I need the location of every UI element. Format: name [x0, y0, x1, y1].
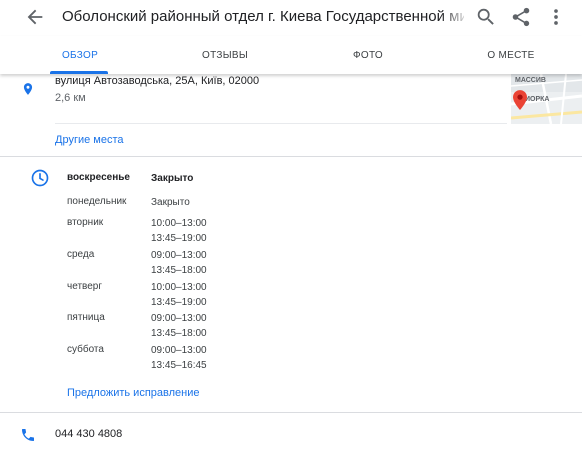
active-tab-indicator	[50, 71, 108, 74]
hours-value: 13:45–19:00	[151, 297, 207, 308]
day-label: суббота	[67, 344, 104, 355]
day-label: понедельник	[67, 196, 127, 207]
hours-value: Закрыто	[151, 173, 194, 184]
back-arrow-icon[interactable]	[24, 6, 46, 28]
hours-row-friday: пятница 09:00–13:00 13:45–18:00	[67, 312, 367, 344]
day-label: среда	[67, 249, 95, 260]
hours-row-thursday: четверг 10:00–13:00 13:45–19:00	[67, 281, 367, 312]
map-thumbnail[interactable]: МАССИВ ИОРКА	[511, 74, 582, 124]
hours-value: 09:00–13:00	[151, 345, 207, 356]
more-vert-icon[interactable]	[545, 6, 567, 28]
suggest-edit-link[interactable]: Предложить исправление	[67, 387, 199, 399]
phone-icon	[22, 429, 34, 441]
tab-bar: ОБЗОР ОТЗЫВЫ ФОТО О МЕСТЕ	[0, 36, 582, 74]
tab-photos[interactable]: ФОТО	[340, 50, 396, 61]
hours-value: Закрыто	[151, 197, 190, 208]
tab-reviews[interactable]: ОТЗЫВЫ	[190, 50, 260, 61]
clock-icon	[31, 169, 49, 187]
hours-value: 09:00–13:00	[151, 313, 207, 324]
search-icon[interactable]	[475, 6, 497, 28]
hours-row-sunday: воскресенье Закрыто	[67, 172, 367, 196]
hours-value: 13:45–19:00	[151, 233, 207, 244]
hours-value: 10:00–13:00	[151, 282, 207, 293]
hours-value: 13:45–16:45	[151, 360, 207, 371]
phone-number[interactable]: 044 430 4808	[55, 428, 122, 440]
tab-about[interactable]: О МЕСТЕ	[478, 50, 544, 61]
address-text[interactable]: вулиця Автозаводська, 25А, Київ, 02000	[55, 75, 259, 87]
hours-row-saturday: суббота 09:00–13:00 13:45–16:45	[67, 344, 367, 376]
tab-overview[interactable]: ОБЗОР	[52, 50, 108, 61]
hours-row-wednesday: среда 09:00–13:00 13:45–18:00	[67, 249, 367, 281]
hours-value: 13:45–18:00	[151, 265, 207, 276]
section-divider	[0, 156, 582, 157]
hours-value: 10:00–13:00	[151, 218, 207, 229]
map-marker-icon	[513, 90, 527, 110]
title-fade	[440, 4, 470, 30]
divider	[55, 123, 507, 124]
day-label: четверг	[67, 281, 102, 292]
share-icon[interactable]	[510, 6, 532, 28]
hours-value: 13:45–18:00	[151, 328, 207, 339]
place-title: Оболонский районный отдел г. Киева Госуд…	[62, 8, 464, 25]
opening-hours-table[interactable]: воскресенье Закрыто понедельник Закрыто …	[67, 172, 367, 376]
section-divider	[0, 412, 582, 413]
map-label: МАССИВ	[515, 77, 546, 84]
day-label: пятница	[67, 312, 105, 323]
top-app-bar: Оболонский районный отдел г. Киева Госуд…	[0, 0, 582, 36]
distance-text: 2,6 км	[55, 92, 86, 104]
hours-value: 09:00–13:00	[151, 250, 207, 261]
day-label: воскресенье	[67, 172, 130, 183]
hours-row-tuesday: вторник 10:00–13:00 13:45–19:00	[67, 217, 367, 249]
other-places-link[interactable]: Другие места	[55, 134, 124, 146]
map-label: ИОРКА	[525, 96, 550, 103]
hours-row-monday: понедельник Закрыто	[67, 196, 367, 217]
day-label: вторник	[67, 217, 104, 228]
location-pin-icon	[23, 83, 33, 95]
